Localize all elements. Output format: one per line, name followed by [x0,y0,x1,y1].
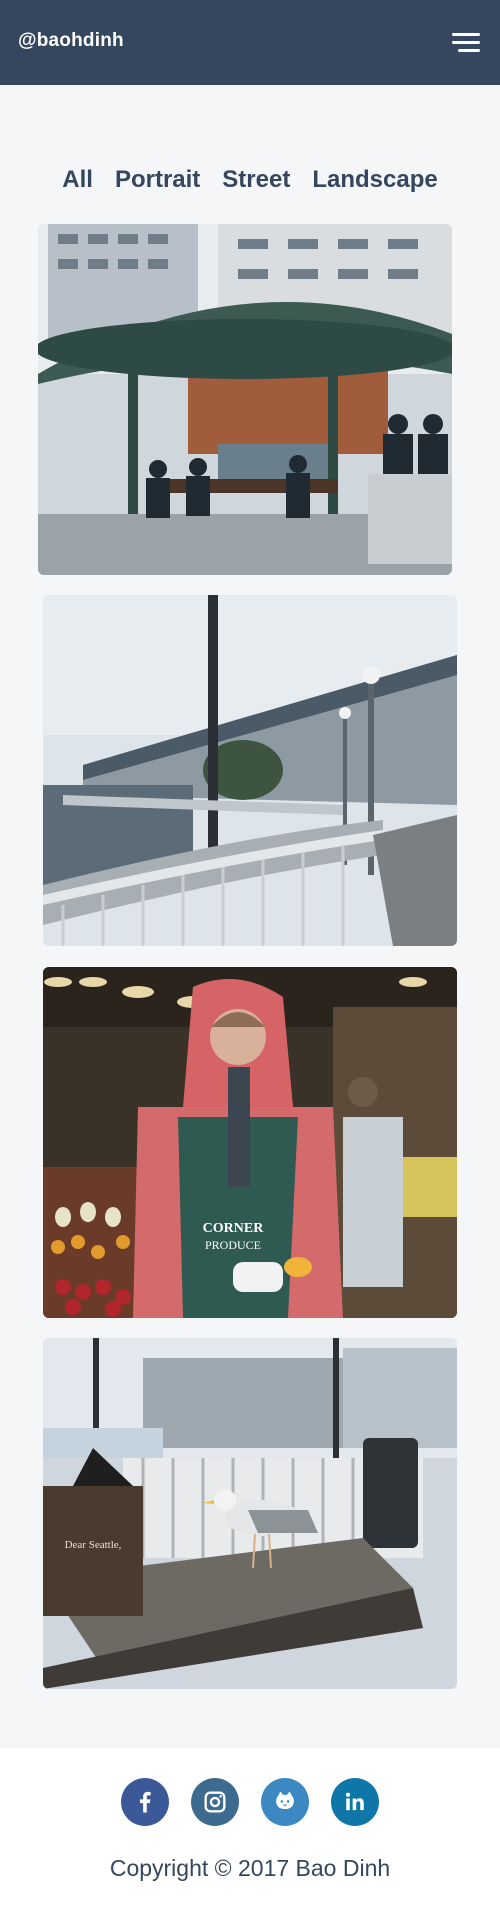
gallery-photo-seagull[interactable]: Dear Seattle, [43,1338,457,1689]
github-icon[interactable] [261,1778,309,1826]
bus-shelter-photo-image [38,224,452,575]
pier-photo-image [43,595,457,946]
filter-landscape[interactable]: Landscape [312,160,437,200]
menu-bar [452,33,480,36]
svg-text:CORNER: CORNER [203,1221,265,1236]
github-glyph [276,1791,294,1809]
filter-street[interactable]: Street [222,160,290,200]
instagram-icon[interactable] [191,1778,239,1826]
copyright-text: Copyright © 2017 Bao Dinh [109,1855,391,1881]
seagull-photo-image: Dear Seattle, [43,1338,457,1689]
gallery-photo-market-vendor[interactable]: CORNER PRODUCE [43,967,457,1318]
instagram-glyph [204,1791,226,1813]
linkedin-glyph [345,1792,364,1811]
facebook-glyph [139,1791,151,1813]
brand-handle[interactable]: @baohdinh [18,30,124,52]
filter-portrait[interactable]: Portrait [115,160,200,200]
market-vendor-photo-image: CORNER PRODUCE [43,967,457,1318]
linkedin-icon[interactable] [331,1778,379,1826]
menu-bar [458,49,480,52]
filter-all[interactable]: All [62,160,93,200]
social-links [0,1778,500,1828]
menu-bar [452,41,480,44]
category-filter-bar: All Portrait Street Landscape [0,160,500,200]
page-footer: Copyright © 2017 Bao Dinh [0,1748,500,1931]
top-navbar: @baohdinh [0,0,500,85]
hamburger-menu-icon[interactable] [450,31,480,55]
gallery-photo-pier[interactable] [43,595,457,946]
facebook-icon[interactable] [121,1778,169,1826]
svg-text:PRODUCE: PRODUCE [205,1238,261,1252]
svg-text:Dear Seattle,: Dear Seattle, [65,1539,122,1551]
gallery-photo-bus-shelter[interactable] [38,224,452,575]
